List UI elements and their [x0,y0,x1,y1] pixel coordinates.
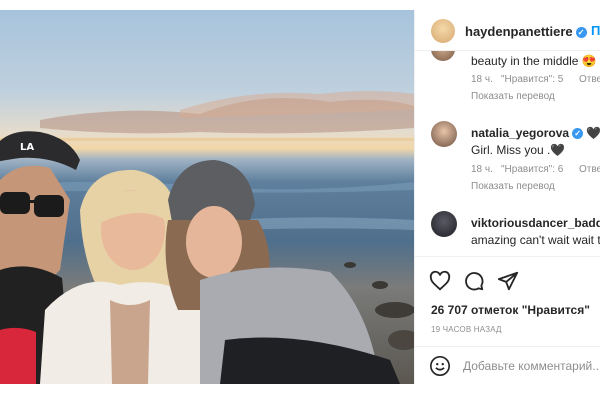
commenter-username[interactable]: natalia_yegorova✓ 🖤 G [471,126,600,140]
post-time[interactable]: 19 ЧАСОВ НАЗАД [431,325,502,334]
post-photo[interactable]: LA [0,10,414,384]
photo-illustration: LA [0,91,414,384]
show-translation-link[interactable]: Показать перевод [471,181,555,192]
commenter-username-text[interactable]: natalia_yegorova [471,126,569,140]
comment-likes[interactable]: "Нравится": 6 [501,164,563,175]
reply-button[interactable]: Отве [579,164,600,175]
verified-badge-icon: ✓ [575,27,587,38]
heart-icon[interactable] [429,270,451,292]
post-sidebar: haydenpanettiere ✓ П beauty in the middle… [414,10,600,384]
page-bottom [0,384,600,400]
likes-count[interactable]: 26 707 отметок "Нравится" [431,303,590,317]
comment-time[interactable]: 18 ч. [471,164,493,175]
post-header: haydenpanettiere ✓ П [415,10,600,51]
follow-button[interactable]: П [591,23,600,38]
comment-text: beauty in the middle 😍 [471,54,597,68]
verified-badge-icon: ✓ [572,128,584,139]
show-translation-link[interactable]: Показать перевод [471,91,555,102]
instagram-post-window: LA haydenpanettiere ✓ П beauty in the mi… [0,0,600,400]
comment-input[interactable]: Добавьте комментарий... [463,359,600,373]
share-icon[interactable] [497,270,519,292]
reply-button[interactable]: Отве [579,74,600,85]
comment-time[interactable]: 18 ч. [471,74,493,85]
commenter-username[interactable]: viktoriousdancer_baddes [471,216,600,230]
comment-text-prefix: 🖤 G [586,126,600,140]
comments-list[interactable]: beauty in the middle 😍 18 ч. "Нравится":… [415,51,600,256]
author-username[interactable]: haydenpanettiere ✓ [465,24,587,39]
commenter-avatar[interactable] [431,121,457,147]
emoji-icon[interactable] [429,355,451,377]
add-comment-bar: Добавьте комментарий... [415,346,600,385]
post-actions: 26 707 отметок "Нравится" 19 ЧАСОВ НАЗАД [415,256,600,347]
comment-icon[interactable] [463,270,485,292]
comment-text: Girl. Miss you .🖤 [471,143,566,157]
commenter-avatar[interactable] [431,51,455,61]
comment-likes[interactable]: "Нравится": 5 [501,74,563,85]
commenter-avatar[interactable] [431,211,457,237]
author-username-text[interactable]: haydenpanettiere [465,24,573,39]
author-avatar[interactable] [431,19,455,43]
svg-text:LA: LA [20,142,34,153]
comment-text: amazing can't wait wait t [471,233,600,247]
